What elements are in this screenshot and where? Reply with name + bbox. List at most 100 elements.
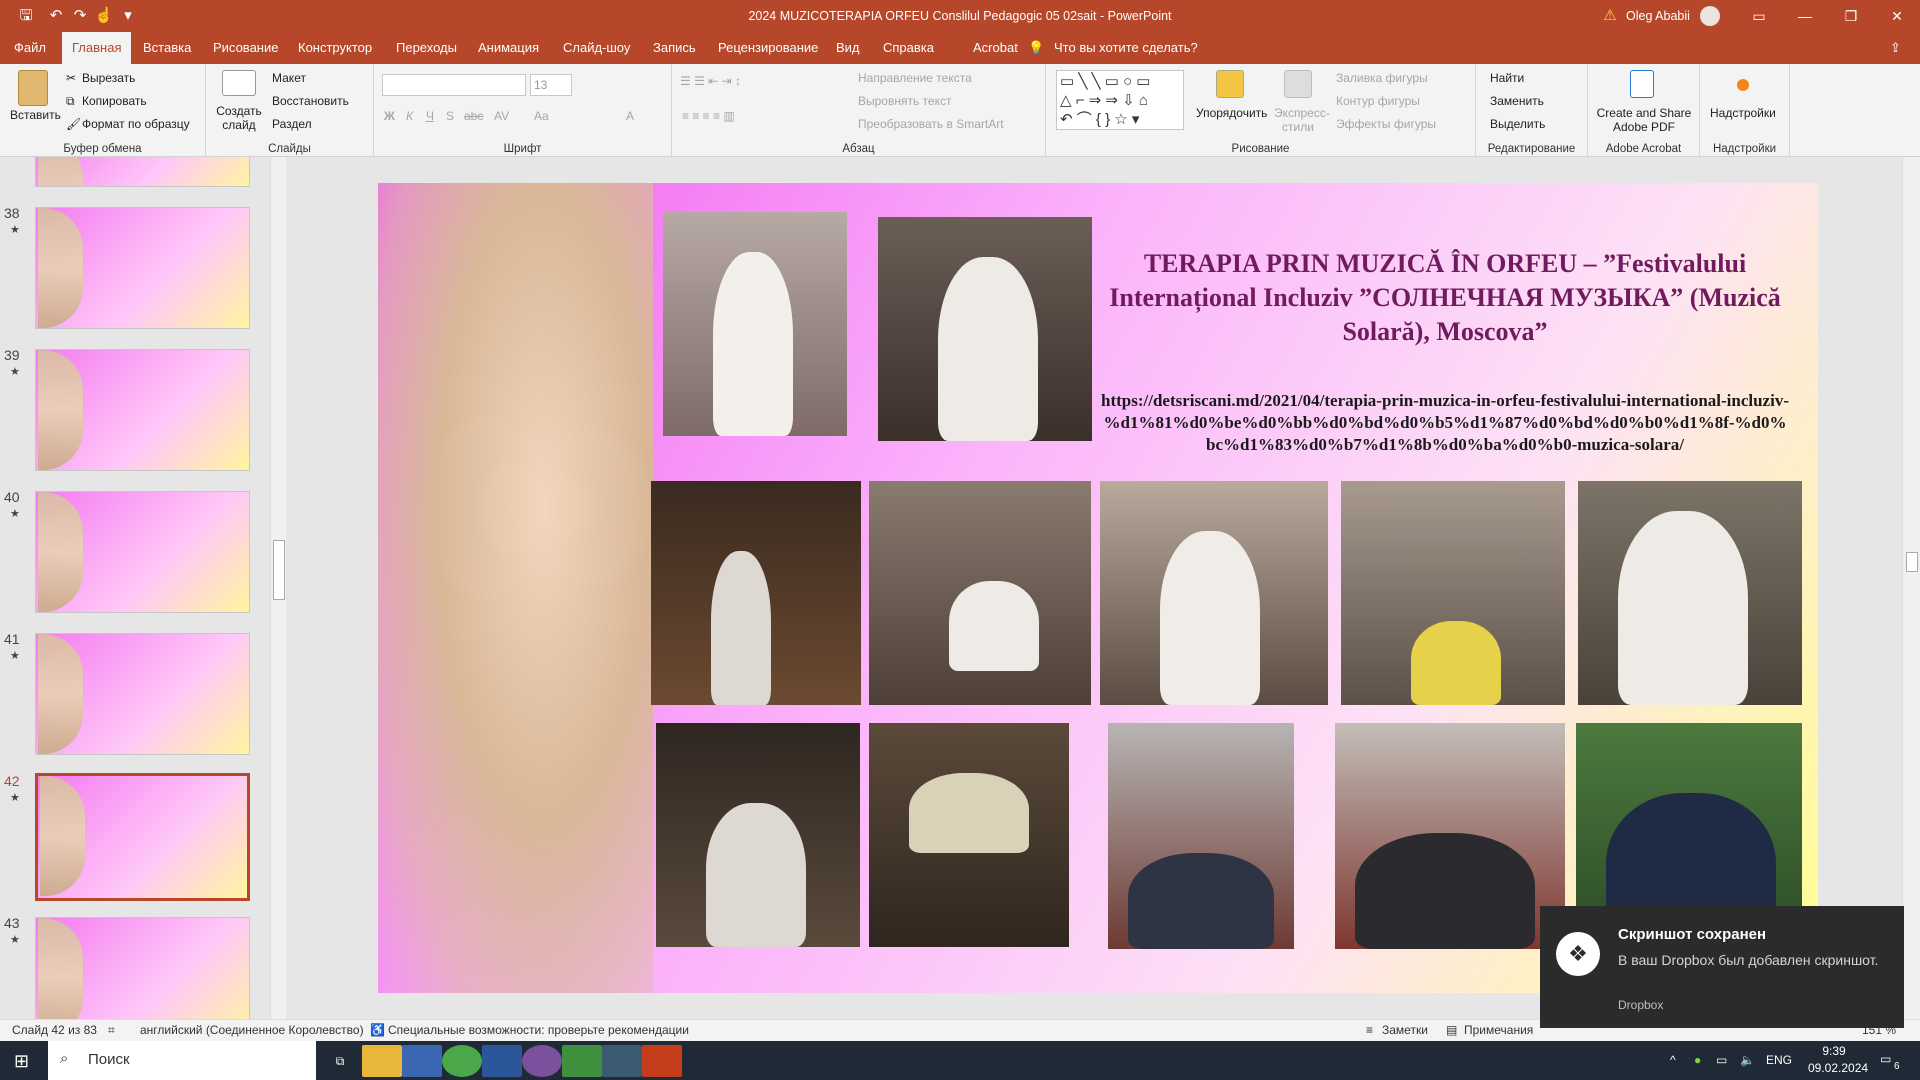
arrange-icon[interactable] xyxy=(1216,70,1244,98)
slide-link[interactable]: https://detsriscani.md/2021/04/terapia-p… xyxy=(1100,390,1790,456)
slide-thumbnail[interactable] xyxy=(35,633,250,755)
font-color-button[interactable]: A xyxy=(626,109,634,123)
format-painter-icon[interactable]: 🖌 xyxy=(66,117,81,131)
accessibility-icon[interactable]: ♿ xyxy=(370,1023,385,1037)
tell-me-search[interactable]: Что вы хотите сделать? xyxy=(1054,32,1198,64)
windows-start-icon[interactable]: ⊞ xyxy=(14,1052,32,1070)
photo-orchestra[interactable] xyxy=(1341,481,1565,705)
close-button[interactable]: ✕ xyxy=(1874,0,1920,32)
underline-button[interactable]: Ч xyxy=(426,109,434,123)
create-pdf-button[interactable]: Create and Share Adobe PDF xyxy=(1594,106,1694,134)
word-icon[interactable] xyxy=(482,1045,522,1077)
bullets-icon[interactable]: ☰ ☰ ⇤ ⇥ ↕ xyxy=(680,74,741,88)
slide-thumbnail[interactable] xyxy=(35,207,250,329)
paste-icon[interactable] xyxy=(18,70,48,106)
copy-icon[interactable]: ⧉ xyxy=(66,94,75,109)
reset-button[interactable]: Восстановить xyxy=(272,94,349,108)
photo-mandolin-player[interactable] xyxy=(878,217,1092,441)
align-text-button[interactable]: Выровнять текст xyxy=(858,94,951,108)
tray-app-icon[interactable]: ● xyxy=(1694,1053,1701,1067)
clock-time[interactable]: 9:39 xyxy=(1808,1044,1860,1058)
tab-home[interactable]: Главная xyxy=(62,32,132,64)
spelling-icon[interactable]: ⌗ xyxy=(108,1023,115,1038)
thumbnail-scrollbar[interactable] xyxy=(270,157,286,1019)
photo-kremlin-group[interactable] xyxy=(1108,723,1294,949)
tab-slideshow[interactable]: Слайд-шоу xyxy=(563,32,630,64)
warning-icon[interactable]: ⚠ xyxy=(1600,6,1620,26)
minimize-button[interactable]: — xyxy=(1782,0,1828,32)
avatar[interactable] xyxy=(1700,6,1720,26)
save-app-icon[interactable] xyxy=(402,1045,442,1077)
chrome-icon[interactable] xyxy=(442,1045,482,1077)
ribbon-display-icon[interactable]: ▭ xyxy=(1736,0,1782,32)
comments-button[interactable]: Примечания xyxy=(1464,1023,1533,1037)
char-spacing-button[interactable]: AV xyxy=(494,109,509,123)
new-slide-icon[interactable] xyxy=(222,70,256,96)
quick-styles-icon[interactable] xyxy=(1284,70,1312,98)
slide-title[interactable]: TERAPIA PRIN MUZICĂ ÎN ORFEU – ”Festival… xyxy=(1100,247,1790,349)
viber-icon[interactable] xyxy=(522,1045,562,1077)
change-case-button[interactable]: Aa xyxy=(534,109,549,123)
tab-draw[interactable]: Рисование xyxy=(213,32,278,64)
shapes-gallery[interactable]: ▭ ╲ ╲ ▭ ○ ▭ △ ⌐ ⇒ ⇒ ⇩ ⌂ ↶ ⌒ { } ☆ ▾ xyxy=(1056,70,1184,130)
layout-button[interactable]: Макет xyxy=(272,71,306,85)
bold-button[interactable]: Ж xyxy=(384,109,395,123)
lightbulb-icon[interactable]: 💡 xyxy=(1028,32,1044,64)
cut-icon[interactable]: ✂ xyxy=(66,71,76,85)
clock-date[interactable]: 09.02.2024 xyxy=(1808,1061,1868,1075)
network-icon[interactable]: ▭ xyxy=(1716,1053,1727,1067)
format-painter-button[interactable]: Формат по образцу xyxy=(82,117,190,131)
italic-button[interactable]: К xyxy=(406,109,413,123)
share-icon[interactable]: ⇪ xyxy=(1890,32,1901,64)
tab-acrobat[interactable]: Acrobat xyxy=(973,32,1018,64)
smartart-button[interactable]: Преобразовать в SmartArt xyxy=(858,117,1004,131)
slide-thumbnail[interactable] xyxy=(35,917,250,1019)
volume-icon[interactable]: 🔈 xyxy=(1740,1053,1755,1067)
photo-red-square[interactable] xyxy=(1335,723,1565,949)
notification-icon[interactable]: ▭ xyxy=(1880,1052,1891,1066)
tray-chevron-icon[interactable]: ^ xyxy=(1670,1053,1676,1067)
photo-concert-2[interactable] xyxy=(869,481,1091,705)
utorrent-icon[interactable] xyxy=(562,1045,602,1077)
tab-record[interactable]: Запись xyxy=(653,32,696,64)
scroll-thumb[interactable] xyxy=(1906,552,1918,572)
file-explorer-icon[interactable] xyxy=(362,1045,402,1077)
tab-design[interactable]: Конструктор xyxy=(298,32,372,64)
restore-button[interactable]: ❐ xyxy=(1828,0,1874,32)
addins-icon[interactable] xyxy=(1737,79,1749,91)
photo-pianist[interactable] xyxy=(1100,481,1328,705)
slide-canvas[interactable]: TERAPIA PRIN MUZICĂ ÎN ORFEU – ”Festival… xyxy=(378,183,1818,993)
tab-review[interactable]: Рецензирование xyxy=(718,32,818,64)
text-direction-button[interactable]: Направление текста xyxy=(858,71,972,85)
font-size-field[interactable]: 13 xyxy=(530,74,572,96)
slide-thumbnail[interactable] xyxy=(35,491,250,613)
slide-thumbnail-selected[interactable] xyxy=(35,773,250,901)
shape-fill-button[interactable]: Заливка фигуры xyxy=(1336,71,1428,85)
quick-styles-button[interactable]: Экспресс-стили xyxy=(1274,106,1330,134)
cut-button[interactable]: Вырезать xyxy=(82,71,135,85)
tab-animations[interactable]: Анимация xyxy=(478,32,539,64)
slide-counter[interactable]: Слайд 42 из 83 xyxy=(12,1023,97,1037)
photo-interview[interactable] xyxy=(656,723,860,947)
slide-thumbnail[interactable] xyxy=(35,157,250,187)
section-button[interactable]: Раздел xyxy=(272,117,312,131)
select-button[interactable]: Выделить xyxy=(1490,117,1545,131)
accessibility-status[interactable]: Специальные возможности: проверьте реком… xyxy=(388,1023,689,1037)
photo-flute-player[interactable] xyxy=(663,212,847,436)
tab-help[interactable]: Справка xyxy=(883,32,934,64)
replace-button[interactable]: Заменить xyxy=(1490,94,1544,108)
addins-button[interactable]: Надстройки xyxy=(1710,106,1776,120)
paste-button[interactable]: Вставить xyxy=(10,108,61,122)
shadow-button[interactable]: S xyxy=(446,109,454,123)
tab-insert[interactable]: Вставка xyxy=(143,32,191,64)
task-view-icon[interactable]: ⧉ xyxy=(320,1045,360,1077)
pdf-icon[interactable] xyxy=(1630,70,1654,98)
notes-button[interactable]: Заметки xyxy=(1382,1023,1428,1037)
app-icon[interactable] xyxy=(602,1045,642,1077)
photo-stage-group[interactable] xyxy=(869,723,1069,947)
slide-thumbnail-pane[interactable]: 38 ★ 39 ★ 40 ★ 41 ★ 42 ★ 43 ★ xyxy=(0,157,290,1019)
user-name[interactable]: Oleg Ababii xyxy=(1626,0,1690,32)
find-button[interactable]: Найти xyxy=(1490,71,1524,85)
language-indicator[interactable]: ENG xyxy=(1766,1053,1792,1067)
photo-drummers[interactable] xyxy=(1578,481,1802,705)
